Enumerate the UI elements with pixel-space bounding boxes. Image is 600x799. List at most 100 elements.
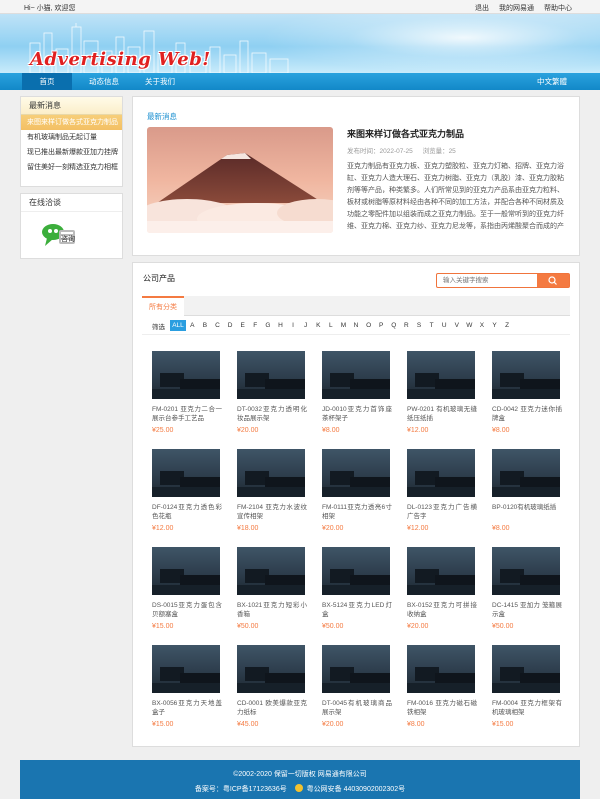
product-card[interactable]: BX-5124亚克力LED灯盒 ¥50.00: [322, 547, 392, 630]
product-thumbnail[interactable]: [152, 351, 220, 399]
product-name[interactable]: DS-0015亚克力蛋包含贝额塞盒: [152, 601, 222, 619]
filter-letter[interactable]: I: [287, 320, 300, 331]
product-card[interactable]: JD-0010亚克力首饰座茶杯架子 ¥8.00: [322, 351, 392, 434]
product-card[interactable]: FM-0016 亚克力磁石磁铁相架 ¥8.00: [407, 645, 477, 728]
product-thumbnail[interactable]: [152, 645, 220, 693]
product-name[interactable]: DC-1415 亚加力 笼箍展示盒: [492, 601, 562, 619]
filter-letter[interactable]: H: [274, 320, 287, 331]
filter-letter[interactable]: Q: [388, 320, 401, 331]
news-image[interactable]: [147, 127, 333, 233]
nav-language[interactable]: 中文繁體: [530, 73, 574, 90]
tab-all-categories[interactable]: 所有分类: [142, 296, 184, 316]
online-chat-button[interactable]: 咨询: [41, 222, 75, 250]
filter-letter[interactable]: V: [450, 320, 463, 331]
product-card[interactable]: PW-0201 有机玻璃无缝纸压纸插 ¥12.00: [407, 351, 477, 434]
product-name[interactable]: CD-0042 亚克力迷你插牌盒: [492, 405, 562, 423]
product-thumbnail[interactable]: [322, 645, 390, 693]
product-thumbnail[interactable]: [237, 645, 305, 693]
product-name[interactable]: FM-0004 亚克力框架有机玻璃相架: [492, 699, 562, 717]
filter-letter[interactable]: W: [463, 320, 476, 331]
product-name[interactable]: BP-0120有机玻璃纸插: [492, 503, 562, 521]
footer-icp[interactable]: 备案号：粤ICP备17123636号: [195, 786, 287, 793]
filter-letter[interactable]: G: [262, 320, 275, 331]
search-button[interactable]: [537, 274, 569, 287]
product-card[interactable]: DT-0045有机玻璃商品展示架 ¥20.00: [322, 645, 392, 728]
product-thumbnail[interactable]: [492, 547, 560, 595]
product-thumbnail[interactable]: [322, 449, 390, 497]
product-card[interactable]: DF-0124亚克力透色彩色花瓶 ¥12.00: [152, 449, 222, 532]
product-card[interactable]: BX-0056亚克力天地盖盒子 ¥15.00: [152, 645, 222, 728]
sidebar-news-item[interactable]: 有机玻璃制品无起订量: [21, 130, 122, 145]
filter-letter[interactable]: J: [299, 320, 312, 331]
product-thumbnail[interactable]: [407, 547, 475, 595]
product-thumbnail[interactable]: [492, 351, 560, 399]
filter-letter[interactable]: F: [249, 320, 262, 331]
filter-letter[interactable]: N: [350, 320, 363, 331]
product-card[interactable]: DC-1415 亚加力 笼箍展示盒 ¥50.00: [492, 547, 562, 630]
logout-link[interactable]: 退出: [475, 3, 489, 13]
product-card[interactable]: FM-0004 亚克力框架有机玻璃相架 ¥15.00: [492, 645, 562, 728]
product-name[interactable]: FM-0016 亚克力磁石磁铁相架: [407, 699, 477, 717]
product-name[interactable]: JD-0010亚克力首饰座茶杯架子: [322, 405, 392, 423]
site-logo[interactable]: Advertising Web!: [30, 49, 211, 70]
filter-letter[interactable]: ALL: [170, 320, 186, 331]
filter-letter[interactable]: R: [400, 320, 413, 331]
product-name[interactable]: FM-0201 亚克力二合一展示台参手工艺品: [152, 405, 222, 423]
sidebar-news-item[interactable]: 现已推出最新爆款亚加力挂牌: [21, 145, 122, 160]
product-name[interactable]: FM-2104 亚克力水波纹宣传相架: [237, 503, 307, 521]
product-card[interactable]: CD-0001 欧美爆款亚克力纸标 ¥45.00: [237, 645, 307, 728]
product-thumbnail[interactable]: [152, 449, 220, 497]
filter-letter[interactable]: U: [438, 320, 451, 331]
product-card[interactable]: BP-0120有机玻璃纸插 ¥8.00: [492, 449, 562, 532]
filter-letter[interactable]: Z: [501, 320, 514, 331]
nav-about[interactable]: 关于我们: [134, 73, 186, 90]
product-thumbnail[interactable]: [152, 547, 220, 595]
filter-letter[interactable]: X: [476, 320, 489, 331]
product-name[interactable]: CD-0001 欧美爆款亚克力纸标: [237, 699, 307, 717]
filter-letter[interactable]: E: [236, 320, 249, 331]
filter-letter[interactable]: A: [186, 320, 199, 331]
product-thumbnail[interactable]: [407, 645, 475, 693]
product-thumbnail[interactable]: [407, 449, 475, 497]
product-card[interactable]: DL-0123亚克力广告横广告字 ¥12.00: [407, 449, 477, 532]
product-name[interactable]: PW-0201 有机玻璃无缝纸压纸插: [407, 405, 477, 423]
sidebar-news-item[interactable]: 来图来样订做各式亚克力制品: [21, 115, 122, 130]
nav-news[interactable]: 动态信息: [78, 73, 130, 90]
nav-home[interactable]: 首页: [22, 73, 72, 90]
product-name[interactable]: BX-0056亚克力天地盖盒子: [152, 699, 222, 717]
product-thumbnail[interactable]: [322, 351, 390, 399]
product-thumbnail[interactable]: [237, 449, 305, 497]
filter-letter[interactable]: K: [312, 320, 325, 331]
product-card[interactable]: CD-0042 亚克力迷你插牌盒 ¥8.00: [492, 351, 562, 434]
product-thumbnail[interactable]: [322, 547, 390, 595]
filter-letter[interactable]: Y: [488, 320, 501, 331]
filter-letter[interactable]: L: [325, 320, 338, 331]
sidebar-news-item[interactable]: 留住美好一刻精选亚克力相框: [21, 160, 122, 175]
product-card[interactable]: FM-0111亚克力透亮6寸相架 ¥20.00: [322, 449, 392, 532]
product-name[interactable]: BX-1021亚克力短彩小香箱: [237, 601, 307, 619]
product-name[interactable]: DT-0045有机玻璃商品展示架: [322, 699, 392, 717]
product-card[interactable]: FM-2104 亚克力水波纹宣传相架 ¥18.00: [237, 449, 307, 532]
filter-letter[interactable]: C: [211, 320, 224, 331]
product-card[interactable]: DS-0015亚克力蛋包含贝额塞盒 ¥15.00: [152, 547, 222, 630]
my-account-link[interactable]: 我的网易通: [499, 3, 534, 13]
product-card[interactable]: BX-1021亚克力短彩小香箱 ¥50.00: [237, 547, 307, 630]
footer-police[interactable]: 粤公网安备 44030902002302号: [307, 786, 405, 793]
product-card[interactable]: FM-0201 亚克力二合一展示台参手工艺品 ¥25.00: [152, 351, 222, 434]
product-name[interactable]: BX-5124亚克力LED灯盒: [322, 601, 392, 619]
filter-letter[interactable]: S: [413, 320, 426, 331]
filter-letter[interactable]: P: [375, 320, 388, 331]
filter-letter[interactable]: T: [425, 320, 438, 331]
news-headline[interactable]: 来图来样订做各式亚克力制品: [347, 127, 569, 140]
product-name[interactable]: BX-0152亚克力可拼接收纳盒: [407, 601, 477, 619]
product-name[interactable]: DF-0124亚克力透色彩色花瓶: [152, 503, 222, 521]
filter-letter[interactable]: M: [337, 320, 350, 331]
product-name[interactable]: DT-0032亚克力透明化妆品展示架: [237, 405, 307, 423]
product-thumbnail[interactable]: [492, 449, 560, 497]
product-card[interactable]: DT-0032亚克力透明化妆品展示架 ¥20.00: [237, 351, 307, 434]
help-center-link[interactable]: 帮助中心: [544, 3, 572, 13]
product-thumbnail[interactable]: [237, 351, 305, 399]
product-thumbnail[interactable]: [492, 645, 560, 693]
filter-letter[interactable]: O: [362, 320, 375, 331]
product-name[interactable]: DL-0123亚克力广告横广告字: [407, 503, 477, 521]
